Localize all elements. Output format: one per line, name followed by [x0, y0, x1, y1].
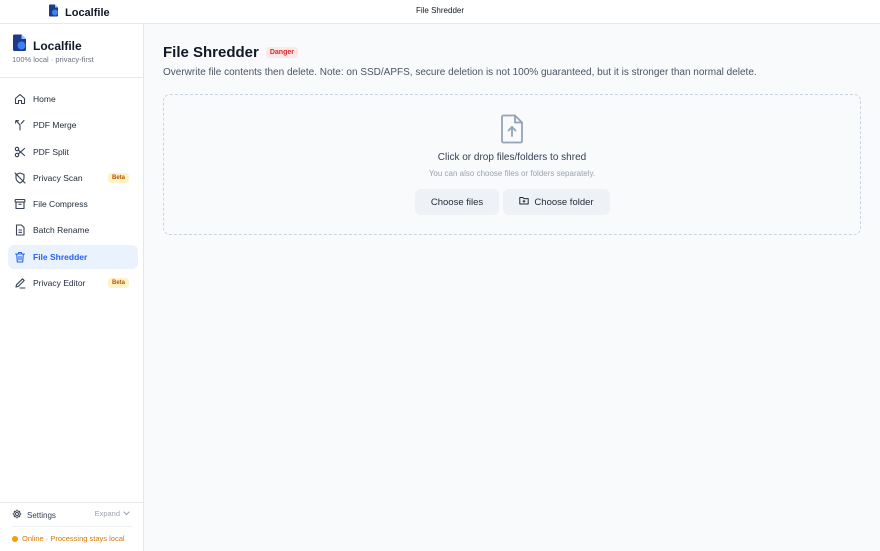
divider: [12, 526, 132, 527]
trash-icon: [14, 251, 26, 263]
beta-badge: Beta: [108, 278, 130, 289]
sidebar-item-file-shredder[interactable]: File Shredder: [8, 244, 138, 269]
merge-icon: [14, 119, 26, 131]
expand-button[interactable]: Expand: [95, 509, 130, 518]
sidebar-item-label: PDF Split: [33, 146, 69, 157]
sidebar: Localfile 100% local · privacy-first Hom…: [0, 24, 144, 551]
settings-button[interactable]: Settings Expand: [12, 508, 132, 522]
sidebar-item-label: Privacy Editor: [33, 278, 86, 289]
status-text: Online · Processing stays local: [22, 534, 125, 543]
sidebar-item-pdf-split[interactable]: PDF Split: [8, 140, 138, 164]
sidebar-brand: Localfile: [12, 34, 82, 57]
sidebar-item-label: PDF Merge: [33, 120, 77, 131]
file-upload-icon: [499, 114, 525, 149]
folder-icon: [519, 196, 530, 208]
app-logo-icon: [12, 34, 28, 57]
gear-icon: [12, 506, 22, 524]
choose-folder-button[interactable]: Choose folder: [503, 189, 610, 215]
shield-off-icon: [14, 172, 26, 184]
sidebar-item-label: Batch Rename: [33, 225, 90, 236]
file-icon: [14, 224, 26, 237]
sidebar-item-label: Home: [33, 94, 56, 104]
divider: [0, 77, 143, 78]
window-title: File Shredder: [415, 6, 465, 15]
divider: [0, 502, 143, 503]
pen-icon: [14, 277, 26, 289]
sidebar-item-label: File Shredder: [33, 251, 88, 262]
sidebar-item-batch-rename[interactable]: Batch Rename: [8, 218, 138, 242]
choose-files-label: Choose files: [430, 196, 484, 208]
main-content: File Shredder Danger Overwrite file cont…: [144, 24, 880, 551]
danger-badge: Danger: [265, 47, 298, 58]
connection-status: Online · Processing stays local: [12, 534, 125, 543]
drop-zone-subtitle: You can also choose files or folders sep…: [428, 169, 596, 178]
page-header: File Shredder Danger: [163, 44, 298, 61]
drop-zone[interactable]: Click or drop files/folders to shred You…: [163, 94, 861, 235]
status-dot-icon: [12, 535, 18, 542]
archive-icon: [14, 198, 26, 210]
settings-label: Settings: [27, 510, 56, 520]
choose-files-button[interactable]: Choose files: [415, 189, 499, 215]
beta-badge: Beta: [108, 172, 130, 183]
home-icon: [14, 93, 26, 105]
sidebar-item-privacy-scan[interactable]: Privacy Scan Beta: [8, 166, 138, 190]
drop-zone-title: Click or drop files/folders to shred: [437, 152, 587, 163]
page-description: Overwrite file contents then delete. Not…: [163, 67, 757, 78]
scissors-icon: [14, 146, 26, 158]
page-title: File Shredder: [163, 44, 259, 61]
sidebar-item-file-compress[interactable]: File Compress: [8, 192, 138, 216]
sidebar-app-name: Localfile: [33, 38, 82, 53]
sidebar-item-privacy-editor[interactable]: Privacy Editor Beta: [8, 271, 138, 295]
choose-folder-label: Choose folder: [534, 196, 594, 208]
sidebar-nav: Home PDF Merge PDF Split Privacy Scan Be…: [8, 87, 138, 297]
app-tagline: 100% local · privacy-first: [12, 55, 94, 64]
expand-label: Expand: [94, 509, 120, 518]
sidebar-item-label: Privacy Scan: [33, 172, 83, 183]
sidebar-item-label: File Compress: [33, 199, 88, 210]
title-bar: Localfile File Shredder: [0, 0, 880, 24]
sidebar-item-home[interactable]: Home: [8, 87, 138, 111]
chevron-down-icon: [123, 509, 130, 518]
sidebar-item-pdf-merge[interactable]: PDF Merge: [8, 113, 138, 137]
